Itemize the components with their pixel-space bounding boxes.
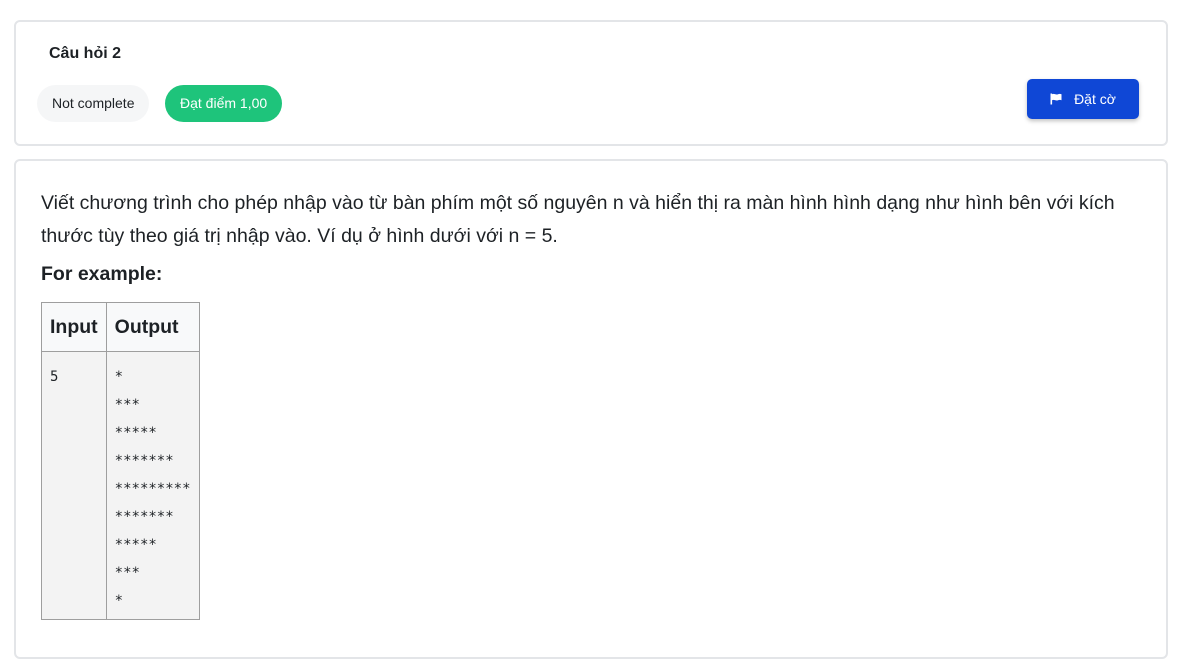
flag-question-button[interactable]: Đặt cờ	[1027, 79, 1139, 119]
output-value: * *** ***** ******* ********* ******* **…	[114, 369, 191, 609]
status-badge: Not complete	[37, 85, 150, 122]
grade-badge: Đạt điểm 1,00	[165, 85, 283, 122]
example-table: Input Output 5 * *** ***** ******* *****…	[41, 302, 200, 620]
input-column-header: Input	[41, 302, 107, 352]
question-content-card: Viết chương trình cho phép nhập vào từ b…	[14, 159, 1168, 659]
flag-button-label: Đặt cờ	[1074, 91, 1116, 107]
question-info-card: Câu hỏi 2 Not complete Đạt điểm 1,00 Đặt…	[14, 20, 1168, 146]
table-row: 5 * *** ***** ******* ********* ******* …	[41, 351, 200, 620]
table-header-row: Input Output	[41, 302, 200, 352]
question-text: Viết chương trình cho phép nhập vào từ b…	[41, 192, 1115, 247]
output-cell: * *** ***** ******* ********* ******* **…	[105, 351, 200, 620]
input-value: 5	[50, 369, 59, 385]
input-cell: 5	[41, 351, 107, 620]
output-column-header: Output	[105, 302, 200, 352]
example-heading: For example:	[41, 263, 163, 285]
flag-icon	[1050, 93, 1062, 105]
question-title: Câu hỏi 2	[49, 45, 122, 62]
